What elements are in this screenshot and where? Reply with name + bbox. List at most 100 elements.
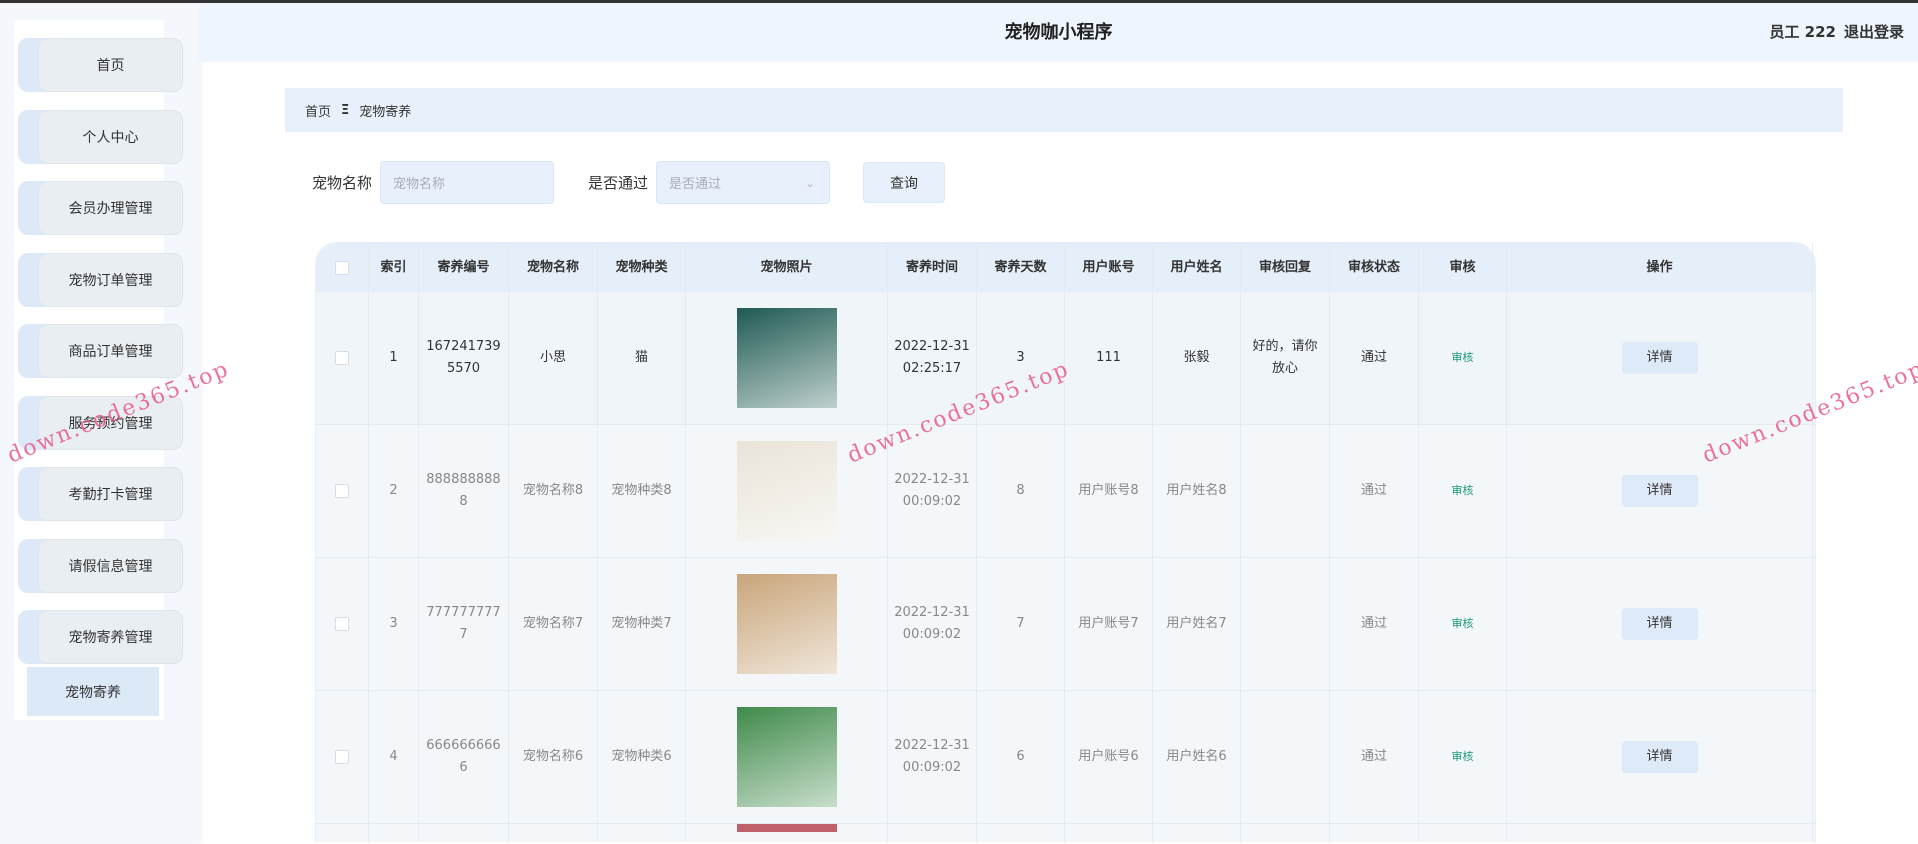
- table-cell: [686, 292, 888, 424]
- table-cell: 宠物名称7: [509, 558, 598, 690]
- table-cell: [1330, 824, 1419, 842]
- cell-name: 宠物名称6: [522, 749, 584, 764]
- table-cell: 1672417395570: [419, 292, 509, 424]
- cell-user: 用户姓名7: [1166, 616, 1227, 631]
- column-header: 寄养编号: [419, 243, 509, 292]
- detail-button[interactable]: 详情: [1621, 608, 1698, 640]
- row-select-cell: [316, 292, 369, 424]
- table-cell: 详情: [1507, 558, 1813, 690]
- sidebar-item[interactable]: 考勤打卡管理: [18, 467, 183, 521]
- pass-placeholder: 是否通过: [669, 177, 722, 192]
- table-cell: 好的，请你放心: [1241, 292, 1330, 424]
- table-cell: 通过: [1330, 558, 1419, 690]
- sidebar-item[interactable]: 请假信息管理: [18, 538, 183, 593]
- row-checkbox[interactable]: [335, 617, 349, 631]
- pet-photo: [736, 441, 837, 541]
- table-cell: 审核: [1419, 425, 1507, 557]
- sidebar-item-label: 会员办理管理: [38, 181, 183, 235]
- table-cell: 4: [369, 691, 419, 823]
- sidebar-item[interactable]: 宠物寄养管理: [18, 610, 183, 664]
- boarding-table: 索引 寄养编号 宠物名称 宠物种类 宠物照片 寄养时间 寄养天数 用户账号 用户姓名 审核回复 审核…: [315, 242, 1816, 842]
- sidebar-item[interactable]: 会员办理管理: [18, 181, 183, 235]
- table-cell: [686, 824, 888, 842]
- sidebar-item-label: 考勤打卡管理: [38, 467, 183, 521]
- cell-time: 2022-12-31 00:09:02: [894, 738, 970, 775]
- cell-time: 2022-12-31 00:09:02: [894, 605, 970, 642]
- detail-button[interactable]: 详情: [1621, 342, 1698, 374]
- table-cell: [509, 824, 598, 842]
- select-all-cell: [316, 243, 369, 292]
- sidebar-subitem-pet-boarding[interactable]: 宠物寄养: [27, 667, 159, 716]
- sidebar-item[interactable]: 个人中心: [18, 109, 183, 164]
- column-header: 操作: [1507, 243, 1813, 292]
- select-all-checkbox[interactable]: [335, 260, 349, 275]
- table-cell: [1065, 824, 1153, 842]
- cell-code: 8888888888: [426, 472, 501, 509]
- row-select-cell: [316, 691, 369, 823]
- sidebar-item-label: 请假信息管理: [38, 538, 183, 593]
- sidebar-item-label: 宠物订单管理: [38, 252, 183, 307]
- sidebar-item[interactable]: 服务预约管理: [18, 395, 183, 450]
- detail-button[interactable]: 详情: [1621, 741, 1698, 773]
- audit-link[interactable]: 审核: [1452, 746, 1474, 768]
- cell-index: 3: [389, 616, 398, 631]
- row-checkbox[interactable]: [335, 484, 349, 498]
- search-actions: 查询: [863, 161, 945, 204]
- column-header: 审核状态: [1330, 243, 1419, 292]
- row-select-cell: [316, 558, 369, 690]
- query-button[interactable]: 查询: [863, 162, 945, 203]
- cell-user: 用户姓名6: [1166, 749, 1227, 764]
- table-cell: 宠物种类6: [598, 691, 686, 823]
- table-cell: 6: [977, 691, 1065, 823]
- sidebar-item[interactable]: 首页: [18, 38, 183, 92]
- sidebar-item[interactable]: 商品订单管理: [18, 324, 183, 378]
- table-cell: 宠物种类8: [598, 425, 686, 557]
- cell-user: 张毅: [1183, 350, 1210, 365]
- breadcrumb-home[interactable]: 首页: [305, 101, 331, 120]
- table-header: 索引 寄养编号 宠物名称 宠物种类 宠物照片 寄养时间 寄养天数 用户账号 用户姓名 审核回复 审核…: [316, 243, 1815, 292]
- table-cell: 1: [369, 292, 419, 424]
- search-pass: 是否通过 是否通过 ⌄: [588, 161, 831, 204]
- pet-name-input[interactable]: 宠物名称: [380, 161, 555, 204]
- table-row: 3 7777777777 宠物名称7 宠物种类7 2022-12-31 00:09:02…: [316, 558, 1815, 691]
- table-cell: 审核: [1419, 691, 1507, 823]
- row-select-cell: [316, 425, 369, 557]
- row-checkbox[interactable]: [335, 750, 349, 764]
- table-cell: [686, 691, 888, 823]
- cell-account: 111: [1096, 350, 1121, 365]
- cell-days: 3: [1016, 350, 1025, 365]
- cell-code: 6666666666: [426, 738, 501, 775]
- table-cell: [1241, 425, 1330, 557]
- column-header: 宠物照片: [686, 243, 888, 292]
- cell-code: 1672417395570: [426, 339, 501, 376]
- cell-name: 宠物名称8: [522, 483, 584, 498]
- audit-link[interactable]: 审核: [1452, 613, 1474, 635]
- table-cell: 6666666666: [419, 691, 509, 823]
- window-top-border: [0, 0, 1918, 3]
- table-cell: [1241, 558, 1330, 690]
- table-cell: [1419, 824, 1507, 842]
- table-cell: [1153, 824, 1241, 842]
- breadcrumb: 首页 Ξ 宠物寄养: [285, 88, 1843, 132]
- sidebar-item[interactable]: 宠物订单管理: [18, 252, 183, 307]
- table-cell: 详情: [1507, 425, 1813, 557]
- row-checkbox[interactable]: [335, 351, 349, 365]
- pass-select[interactable]: 是否通过 ⌄: [656, 161, 831, 204]
- sidebar-item-label: 商品订单管理: [38, 324, 183, 378]
- table-cell: [1507, 824, 1813, 842]
- logout-link[interactable]: 退出登录: [1844, 23, 1904, 41]
- table-cell: 用户账号8: [1065, 425, 1153, 557]
- pet-name-label: 宠物名称: [312, 174, 373, 192]
- table-cell: [977, 824, 1065, 842]
- table-cell: 2022-12-31 00:09:02: [888, 425, 977, 557]
- detail-button[interactable]: 详情: [1621, 475, 1698, 507]
- column-header: 用户账号: [1065, 243, 1153, 292]
- cell-status: 通过: [1360, 350, 1387, 365]
- cell-days: 7: [1016, 616, 1025, 631]
- audit-link[interactable]: 审核: [1452, 480, 1474, 502]
- breadcrumb-current: 宠物寄养: [359, 104, 412, 120]
- table-row: 1 1672417395570 小思 猫 2022-12-31 02:25:17 3 111…: [316, 292, 1815, 425]
- table-cell: 详情: [1507, 292, 1813, 424]
- audit-link[interactable]: 审核: [1452, 347, 1474, 369]
- table-cell: [686, 425, 888, 557]
